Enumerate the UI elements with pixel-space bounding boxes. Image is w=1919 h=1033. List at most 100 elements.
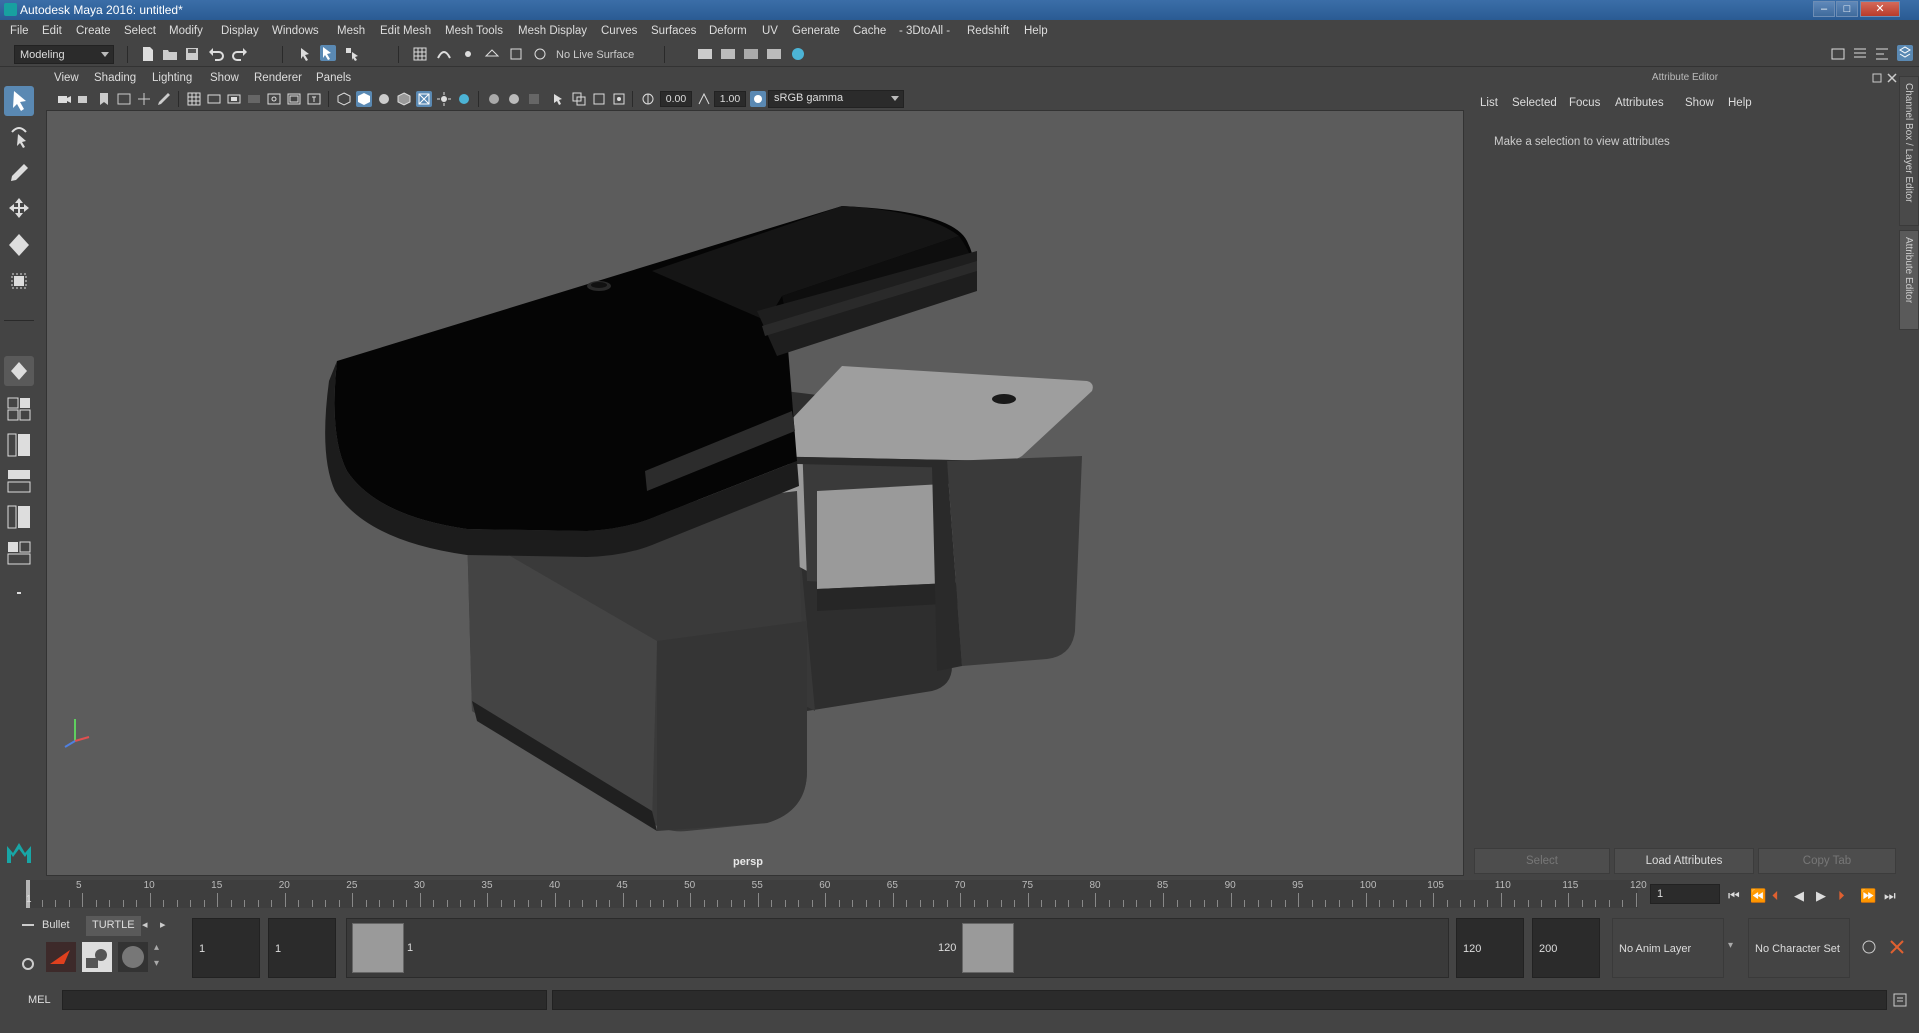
view-transform-dropdown[interactable]: sRGB gamma — [768, 90, 904, 108]
close-button[interactable]: ✕ — [1860, 1, 1900, 17]
camera-icon[interactable] — [56, 91, 72, 107]
render-current-frame-icon[interactable] — [720, 46, 736, 62]
tool-settings-icon[interactable] — [1874, 46, 1890, 62]
load-attributes-button[interactable]: Load Attributes — [1614, 848, 1754, 874]
menu-display[interactable]: Display — [221, 25, 259, 37]
attribute-editor-toggle-icon[interactable] — [1852, 46, 1868, 62]
rotate-tool-icon[interactable] — [4, 230, 34, 260]
shelf-redshift-icon[interactable] — [46, 942, 76, 972]
live-surface-label[interactable]: No Live Surface — [556, 49, 634, 61]
exposure-input[interactable]: 0.00 — [660, 91, 692, 107]
default-material-icon[interactable] — [376, 91, 392, 107]
gamma-icon[interactable] — [696, 91, 712, 107]
animation-start-input[interactable]: 1 — [192, 918, 260, 978]
grid-icon[interactable] — [186, 91, 202, 107]
character-set-dropdown[interactable]: No Character Set — [1748, 918, 1850, 978]
menu-deform[interactable]: Deform — [709, 25, 747, 37]
select-hierarchy-icon[interactable] — [298, 46, 314, 62]
menu-select[interactable]: Select — [124, 25, 156, 37]
wireframe-icon[interactable] — [336, 91, 352, 107]
hypershade-layout-icon[interactable] — [4, 502, 34, 532]
gate-mask-icon[interactable] — [246, 91, 262, 107]
animation-end-input[interactable]: 200 — [1532, 918, 1600, 978]
menu-mesh-tools[interactable]: Mesh Tools — [445, 25, 503, 37]
range-end-handle[interactable] — [962, 923, 1014, 973]
panel-menu-panels[interactable]: Panels — [316, 72, 351, 84]
menu-edit[interactable]: Edit — [42, 25, 62, 37]
step-back-key-icon[interactable]: ⏴ — [1772, 888, 1779, 904]
smooth-shade-icon[interactable] — [356, 91, 372, 107]
field-chart-icon[interactable] — [266, 91, 282, 107]
play-forwards-icon[interactable]: ▶ — [1816, 888, 1826, 904]
attr-menu-show[interactable]: Show — [1685, 97, 1714, 109]
snap-grid-icon[interactable] — [412, 46, 428, 62]
go-to-start-icon[interactable]: ⏮ — [1728, 888, 1740, 904]
snap-curve-icon[interactable] — [436, 46, 452, 62]
shelf-tab-bullet[interactable]: Bullet — [36, 916, 76, 936]
use-all-lights-icon[interactable] — [436, 91, 452, 107]
ipr-render-icon[interactable] — [743, 46, 759, 62]
copy-tab-button[interactable]: Copy Tab — [1758, 848, 1896, 874]
grease-pencil-icon[interactable] — [156, 91, 172, 107]
new-scene-icon[interactable] — [140, 46, 156, 62]
persp-outliner-layout-icon[interactable] — [4, 430, 34, 460]
select-object-icon[interactable] — [320, 45, 336, 61]
image-plane-icon[interactable] — [116, 91, 132, 107]
shelf-scroll-left-icon[interactable]: ◂ — [142, 918, 148, 931]
shelf-scroll-down-icon[interactable]: ▾ — [154, 958, 159, 969]
step-back-icon[interactable]: ⏪ — [1750, 888, 1766, 904]
menu-mesh-display[interactable]: Mesh Display — [518, 25, 587, 37]
attribute-editor-tab[interactable]: Attribute Editor — [1899, 230, 1919, 330]
menu-generate[interactable]: Generate — [792, 25, 840, 37]
resolution-gate-icon[interactable] — [226, 91, 242, 107]
gamma-input[interactable]: 1.00 — [714, 91, 746, 107]
minimize-button[interactable]: – — [1813, 1, 1835, 17]
textured-icon[interactable] — [416, 91, 432, 107]
render-settings-icon[interactable] — [766, 46, 782, 62]
save-scene-icon[interactable] — [184, 46, 200, 62]
menu-help[interactable]: Help — [1024, 25, 1048, 37]
chevron-down-icon[interactable]: ▾ — [1728, 940, 1733, 951]
four-view-layout-icon[interactable] — [4, 394, 34, 424]
time-slider-track[interactable] — [26, 880, 1638, 908]
step-forward-key-icon[interactable]: ⏵ — [1838, 888, 1845, 904]
range-start-handle[interactable] — [352, 923, 404, 973]
channel-box-toggle-icon[interactable] — [1897, 45, 1913, 61]
anti-aliasing-icon[interactable] — [526, 91, 542, 107]
shelf-material-ball-icon[interactable] — [118, 942, 148, 972]
xray-joints-icon[interactable] — [591, 91, 607, 107]
checkout-counter-model[interactable] — [47, 111, 1464, 876]
exposure-icon[interactable] — [640, 91, 656, 107]
outliner-layout-icon[interactable] — [4, 538, 34, 568]
safe-title-icon[interactable] — [306, 91, 322, 107]
menu-create[interactable]: Create — [76, 25, 111, 37]
attr-menu-help[interactable]: Help — [1728, 97, 1752, 109]
open-scene-icon[interactable] — [162, 46, 178, 62]
xray-components-icon[interactable] — [611, 91, 627, 107]
menu-redshift[interactable]: Redshift — [967, 25, 1009, 37]
command-input[interactable] — [62, 990, 547, 1010]
select-tool-icon[interactable] — [4, 86, 34, 116]
safe-action-icon[interactable] — [286, 91, 302, 107]
menu-mesh[interactable]: Mesh — [337, 25, 365, 37]
menu-cache[interactable]: Cache — [853, 25, 886, 37]
menu-uv[interactable]: UV — [762, 25, 778, 37]
shadows-icon[interactable] — [456, 91, 472, 107]
snap-point-icon[interactable] — [460, 46, 476, 62]
menu-surfaces[interactable]: Surfaces — [651, 25, 696, 37]
viewport-persp[interactable] — [46, 110, 1464, 876]
maximize-button[interactable]: □ — [1836, 1, 1858, 17]
playback-end-input[interactable]: 120 — [1456, 918, 1524, 978]
film-gate-icon[interactable] — [206, 91, 222, 107]
shelf-tab-turtle[interactable]: TURTLE — [86, 916, 141, 936]
isolate-select-icon[interactable] — [551, 91, 567, 107]
more-layouts-icon[interactable] — [4, 578, 34, 608]
render-view-icon[interactable] — [697, 46, 713, 62]
shelf-settings-icon[interactable] — [22, 958, 34, 970]
go-to-end-icon[interactable]: ⏭ — [1884, 888, 1896, 904]
menu-3dtoall[interactable]: - 3DtoAll - — [899, 25, 950, 37]
panel-menu-view[interactable]: View — [54, 72, 79, 84]
snap-live-icon[interactable] — [508, 46, 524, 62]
menu-set-dropdown[interactable]: Modeling — [14, 45, 114, 64]
paint-select-tool-icon[interactable] — [4, 158, 34, 188]
